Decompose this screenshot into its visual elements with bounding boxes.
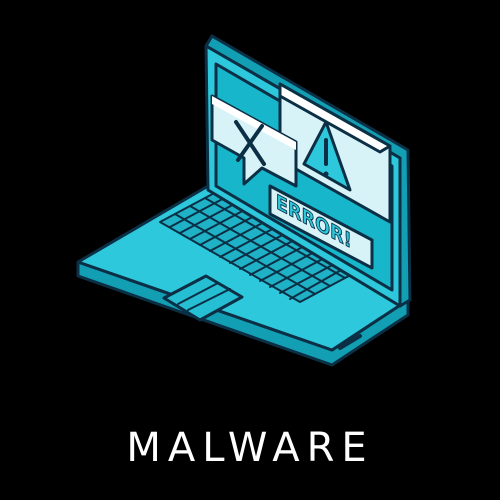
malware-illustration: ERROR! [76,34,412,367]
caption: MALWARE [126,425,374,471]
